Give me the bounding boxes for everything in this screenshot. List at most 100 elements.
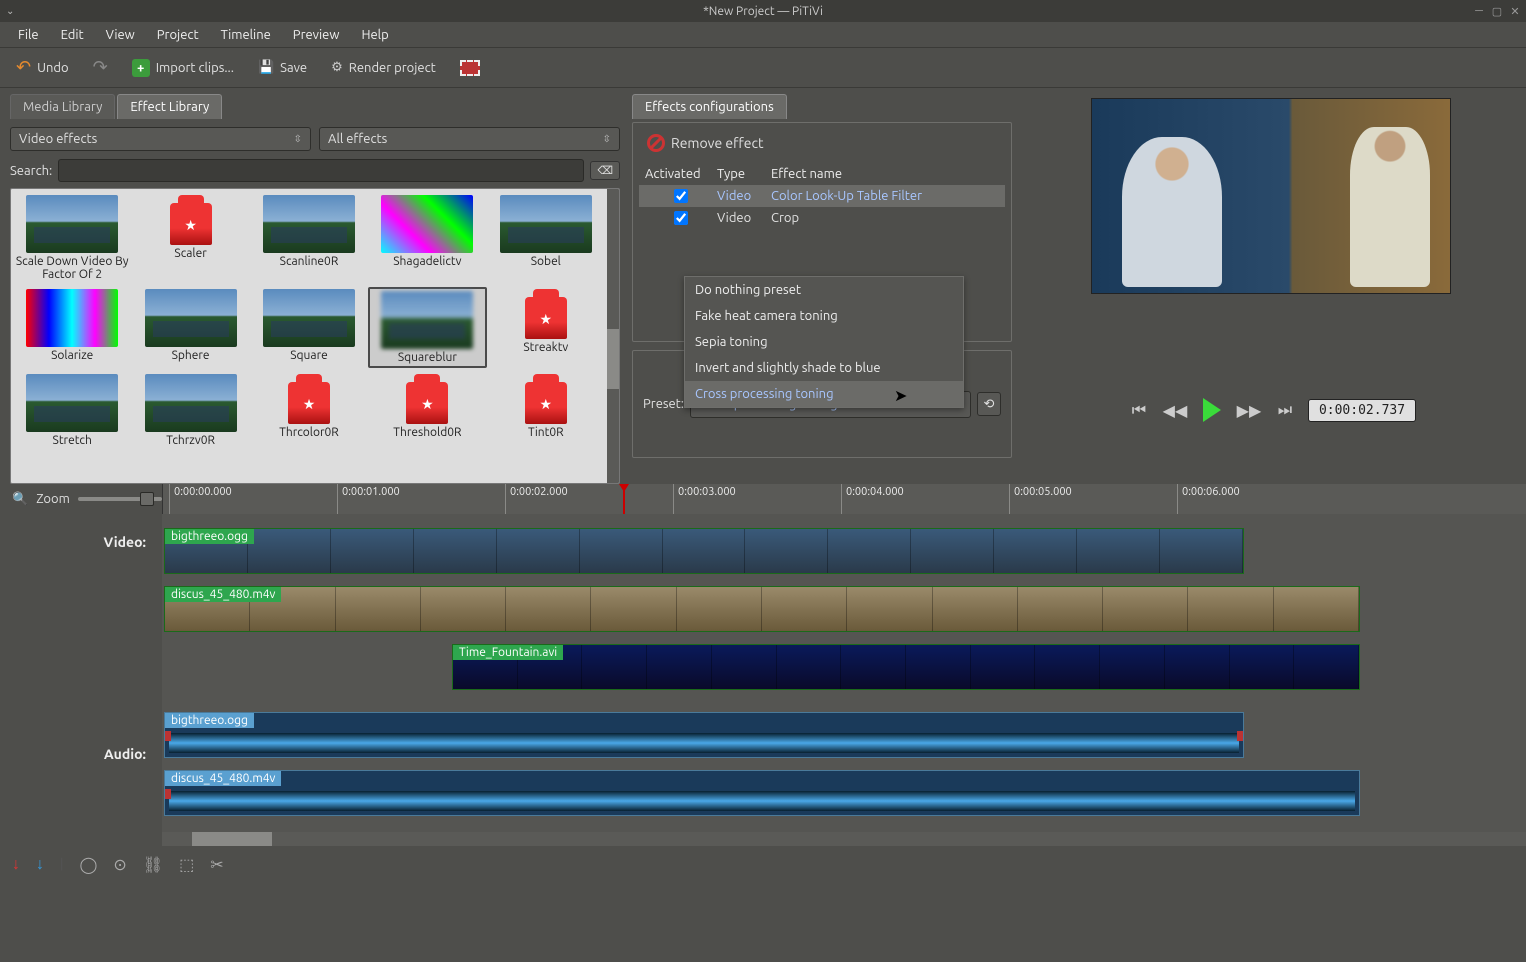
render-button[interactable]: ⚙ Render project bbox=[323, 56, 444, 79]
redo-button[interactable]: ↷ bbox=[85, 53, 116, 82]
ruler-tick: 0:00:06.000 bbox=[1177, 484, 1240, 514]
audio-track-label: Audio: bbox=[0, 694, 162, 814]
effect-name: Thrcolor0R bbox=[279, 426, 339, 440]
menu-view[interactable]: View bbox=[96, 24, 145, 46]
clip-name: bigthreeo.ogg bbox=[165, 529, 254, 544]
menu-file[interactable]: File bbox=[8, 24, 49, 46]
effect-name: Square bbox=[290, 349, 328, 362]
titlebar: ⌄ *New Project — PiTiVi ─ ▢ ✕ bbox=[0, 0, 1526, 22]
menu-edit[interactable]: Edit bbox=[51, 24, 94, 46]
timeline-h-scrollbar[interactable] bbox=[162, 832, 1526, 846]
video-clip[interactable]: bigthreeo.ogg bbox=[164, 528, 1244, 574]
library-pane: Media Library Effect Library Video effec… bbox=[0, 88, 626, 484]
video-clip[interactable]: discus_45_480.m4v bbox=[164, 586, 1360, 632]
effect-item[interactable]: Stretch bbox=[13, 372, 131, 450]
magnify-icon: 🔍 bbox=[12, 492, 28, 507]
preset-option[interactable]: Invert and slightly shade to blue bbox=[685, 355, 963, 381]
tool-eye-icon[interactable]: ⊙ bbox=[113, 855, 126, 874]
effect-category-combo[interactable]: Video effects ⇳ bbox=[10, 127, 311, 151]
audio-clip[interactable]: bigthreeo.ogg bbox=[164, 712, 1244, 758]
preset-option[interactable]: Sepia toning bbox=[685, 329, 963, 355]
split-right-icon[interactable]: ↓ bbox=[36, 855, 44, 874]
effect-item[interactable]: Square bbox=[250, 287, 368, 368]
effect-item[interactable]: Tchrzv0R bbox=[131, 372, 249, 450]
effect-item[interactable]: Squareblur bbox=[368, 287, 486, 368]
forward-button[interactable]: ▶▶ bbox=[1236, 397, 1262, 423]
preset-label: Preset: bbox=[643, 397, 684, 411]
zoom-slider[interactable] bbox=[78, 497, 162, 501]
effect-item[interactable]: Threshold0R bbox=[368, 372, 486, 450]
tool-circle-icon[interactable]: ◯ bbox=[80, 855, 98, 874]
effect-item[interactable]: Thrcolor0R bbox=[250, 372, 368, 450]
effects-scrollbar[interactable] bbox=[607, 189, 619, 483]
video-preview[interactable] bbox=[1091, 98, 1451, 294]
goto-end-button[interactable]: ⏭ bbox=[1272, 397, 1298, 423]
effect-name: Scaler bbox=[174, 247, 206, 260]
ruler-tick: 0:00:03.000 bbox=[673, 484, 736, 514]
effect-activated-checkbox[interactable] bbox=[674, 211, 688, 225]
remove-effect-label: Remove effect bbox=[671, 135, 764, 151]
goto-start-button[interactable]: ⏮ bbox=[1126, 397, 1152, 423]
video-clip[interactable]: Time_Fountain.avi bbox=[452, 644, 1360, 690]
remove-effect-button[interactable]: Remove effect bbox=[639, 129, 772, 157]
prohibit-icon bbox=[647, 134, 665, 152]
search-input[interactable] bbox=[58, 159, 584, 182]
menu-timeline[interactable]: Timeline bbox=[211, 24, 281, 46]
effect-row[interactable]: VideoCrop bbox=[639, 207, 1005, 229]
save-button[interactable]: 💾 Save bbox=[250, 56, 315, 79]
tab-effect-library[interactable]: Effect Library bbox=[117, 94, 222, 119]
effect-item[interactable]: Tint0R bbox=[487, 372, 605, 450]
effect-item[interactable]: Sobel bbox=[487, 193, 605, 283]
effect-activated-checkbox[interactable] bbox=[674, 189, 688, 203]
preset-option[interactable]: Do nothing preset bbox=[685, 277, 963, 303]
effect-item[interactable]: Sphere bbox=[131, 287, 249, 368]
effect-item[interactable]: Scanline0R bbox=[250, 193, 368, 283]
effect-item[interactable]: Streaktv bbox=[487, 287, 605, 368]
effect-item[interactable]: Scale Down Video By Factor Of 2 bbox=[13, 193, 131, 283]
tool-cut-icon[interactable]: ✂ bbox=[210, 855, 223, 874]
audio-clip[interactable]: discus_45_480.m4v bbox=[164, 770, 1360, 816]
undo-button[interactable]: ↶ Undo bbox=[8, 53, 77, 82]
main-toolbar: ↶ Undo ↷ + Import clips... 💾 Save ⚙ Rend… bbox=[0, 48, 1526, 88]
play-button[interactable] bbox=[1198, 396, 1226, 424]
effect-item[interactable]: Scaler bbox=[131, 193, 249, 283]
film-icon-button[interactable] bbox=[452, 56, 488, 80]
menu-preview[interactable]: Preview bbox=[283, 24, 350, 46]
ruler-tick: 0:00:02.000 bbox=[505, 484, 568, 514]
split-left-icon[interactable]: ↓ bbox=[12, 855, 20, 874]
menu-help[interactable]: Help bbox=[351, 24, 398, 46]
render-icon: ⚙ bbox=[331, 60, 343, 75]
timeline-ruler[interactable]: 0:00:00.0000:00:01.0000:00:02.0000:00:03… bbox=[162, 484, 1526, 514]
tool-box-icon[interactable]: ⬚ bbox=[179, 855, 194, 874]
tab-media-library[interactable]: Media Library bbox=[10, 94, 115, 119]
tool-link-icon[interactable]: ⛓ bbox=[143, 855, 163, 874]
preset-reset-button[interactable]: ⟲ bbox=[977, 392, 1001, 416]
tab-effects-config[interactable]: Effects configurations bbox=[632, 94, 787, 119]
effect-subset-combo[interactable]: All effects ⇳ bbox=[319, 127, 620, 151]
effect-thumb bbox=[145, 289, 237, 347]
effect-item[interactable]: Solarize bbox=[13, 287, 131, 368]
window-menu-icon[interactable]: ⌄ bbox=[6, 5, 14, 17]
close-icon[interactable]: ✕ bbox=[1508, 4, 1522, 18]
effect-thumb-icon bbox=[525, 382, 567, 424]
playhead[interactable] bbox=[623, 484, 625, 514]
maximize-icon[interactable]: ▢ bbox=[1490, 4, 1504, 18]
effect-thumb bbox=[263, 195, 355, 253]
search-clear-button[interactable]: ⌫ bbox=[590, 161, 620, 180]
timeline-tracks[interactable]: bigthreeo.ogg discus_45_480.m4v Time_Fou… bbox=[162, 514, 1526, 846]
menu-project[interactable]: Project bbox=[147, 24, 209, 46]
minimize-icon[interactable]: ─ bbox=[1472, 4, 1486, 18]
timecode-display[interactable]: 0:00:02.737 bbox=[1308, 399, 1416, 422]
effect-name: Stretch bbox=[53, 434, 92, 448]
preset-option[interactable]: Cross processing toning bbox=[685, 381, 963, 407]
effect-item[interactable]: Shagadelictv bbox=[368, 193, 486, 283]
preset-dropdown-menu[interactable]: Do nothing presetFake heat camera toning… bbox=[684, 276, 964, 408]
effect-row[interactable]: VideoColor Look-Up Table Filter bbox=[639, 185, 1005, 207]
clip-name: Time_Fountain.avi bbox=[453, 645, 563, 660]
rewind-button[interactable]: ◀◀ bbox=[1162, 397, 1188, 423]
effect-thumb bbox=[26, 374, 118, 432]
effect-name: Sobel bbox=[531, 255, 561, 268]
effect-name: Color Look-Up Table Filter bbox=[771, 189, 922, 203]
preset-option[interactable]: Fake heat camera toning bbox=[685, 303, 963, 329]
import-clips-button[interactable]: + Import clips... bbox=[124, 55, 242, 81]
